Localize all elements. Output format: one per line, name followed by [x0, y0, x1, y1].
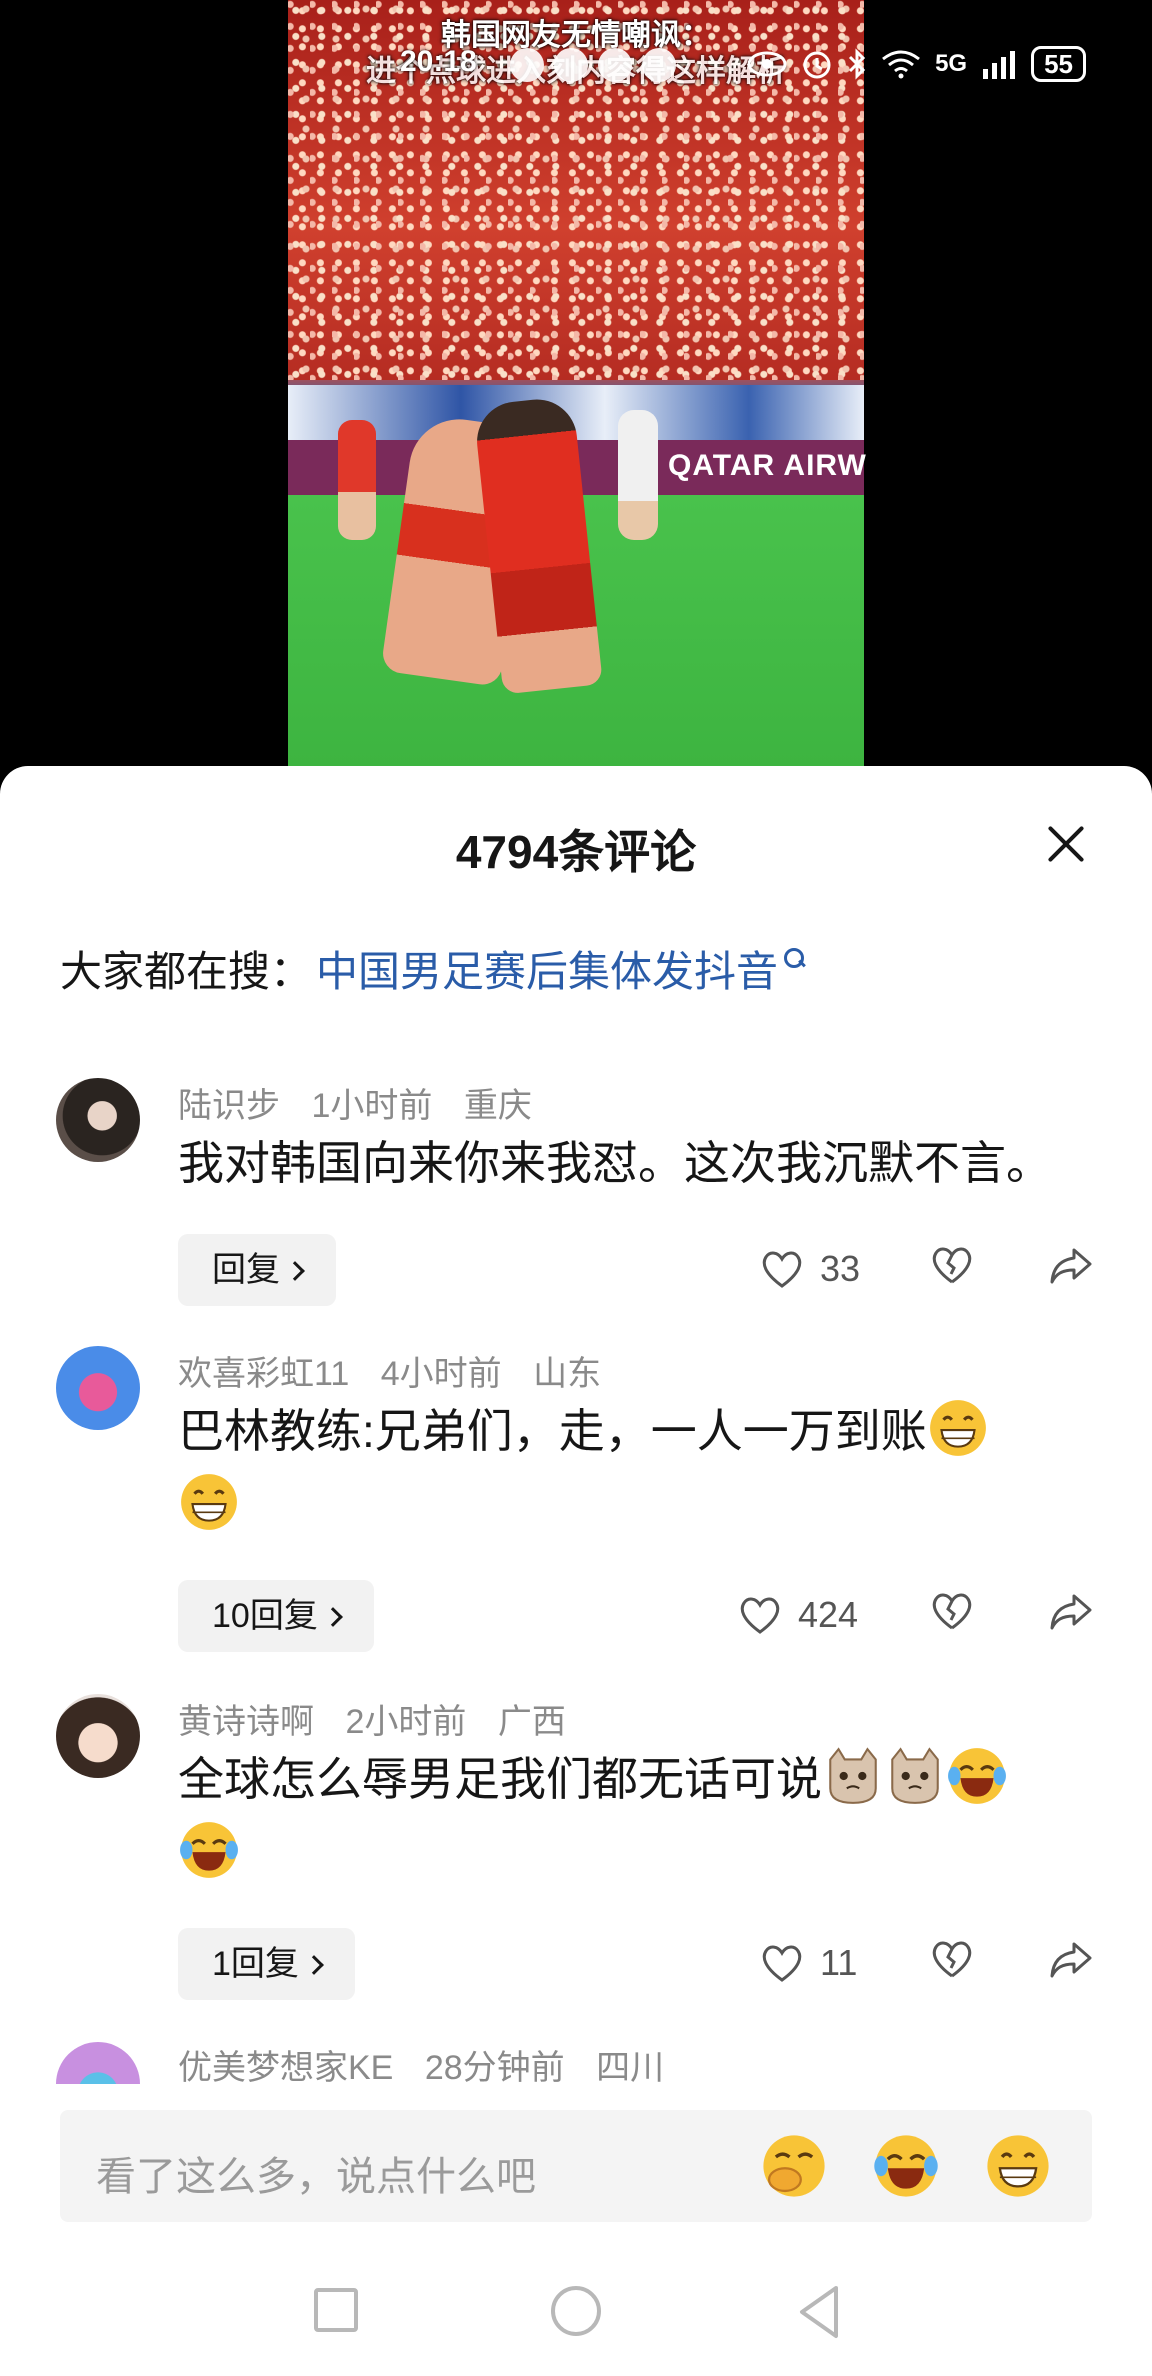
system-nav-bar — [0, 2256, 1152, 2376]
like-button[interactable]: 33 — [760, 1248, 860, 1290]
comment-item: 优美梦想家KE 28分钟前 四川 — [0, 2032, 1152, 2084]
avatar[interactable] — [56, 1694, 140, 1778]
like-button[interactable]: 11 — [760, 1942, 857, 1984]
home-button[interactable] — [551, 2286, 601, 2336]
comment-actions: 11 — [730, 1928, 1130, 2000]
notification-icon — [510, 48, 544, 82]
comment-text-content: 全球怎么辱男足我们都无话可说 — [178, 1753, 822, 1805]
search-icon[interactable] — [784, 947, 806, 970]
back-button[interactable] — [796, 2284, 842, 2340]
comment-location: 四川 — [596, 2049, 665, 2084]
heart-icon — [740, 1597, 780, 1634]
comment-username[interactable]: 黄诗诗啊 — [178, 1703, 314, 1741]
close-icon[interactable] — [1040, 818, 1092, 870]
signal-icon — [983, 51, 1016, 79]
comment-input[interactable]: 看了这么多，说点什么吧 — [60, 2110, 1092, 2222]
grin-emoji-icon[interactable] — [984, 2132, 1052, 2200]
broken-heart-icon — [932, 1593, 972, 1630]
comment-actions: 33 — [730, 1234, 1130, 1306]
laugh-cry-emoji-icon[interactable] — [872, 2132, 940, 2200]
shush-emoji-icon[interactable] — [760, 2132, 828, 2200]
share-button[interactable] — [1048, 1938, 1094, 1987]
share-arrow-icon — [1050, 1942, 1092, 1978]
comment-text: 我对韩国向来你来我怼。这次我沉默不言。 — [178, 1137, 1052, 1189]
avatar[interactable] — [56, 1346, 140, 1430]
comment-text: 全球怎么辱男足我们都无话可说 — [178, 1742, 1078, 1890]
comment-location: 广西 — [497, 1703, 566, 1741]
notification-icon — [642, 48, 676, 82]
comment-time: 2小时前 — [345, 1703, 467, 1741]
reply-button[interactable]: 10回复 — [178, 1580, 374, 1652]
cat-emoji-icon — [891, 1747, 939, 1804]
share-button[interactable] — [1048, 1244, 1094, 1293]
comment-time: 1小时前 — [311, 1087, 433, 1125]
heart-icon — [762, 1251, 802, 1288]
comment-time: 4小时前 — [380, 1355, 502, 1393]
like-count: 11 — [820, 1942, 858, 1983]
grin-emoji-icon — [181, 1474, 237, 1530]
hot-search-label: 大家都在搜： — [60, 948, 313, 995]
comment-meta: 陆识步 1小时前 重庆 — [178, 1078, 554, 1127]
broken-heart-icon — [932, 1247, 972, 1284]
comment-username[interactable]: 欢喜彩虹11 — [178, 1355, 349, 1393]
reply-label: 回复 — [212, 1251, 280, 1289]
chevron-right-icon — [304, 1955, 324, 1975]
recent-apps-button[interactable] — [314, 2288, 358, 2332]
network-type: 5G — [935, 50, 968, 77]
comment-time: 28分钟前 — [424, 2049, 565, 2084]
eye-icon — [747, 51, 787, 77]
hot-search-link[interactable]: 中国男足赛后集体发抖音 — [316, 938, 778, 999]
wifi-icon — [882, 50, 920, 79]
status-right: 5G 55 — [747, 46, 1086, 82]
heart-icon — [762, 1945, 802, 1982]
cat-emoji-icon — [829, 1747, 877, 1804]
broken-heart-icon — [932, 1941, 972, 1978]
comment-meta: 优美梦想家KE 28分钟前 四川 — [178, 2040, 686, 2084]
tears-of-joy-emoji-icon — [180, 1822, 238, 1878]
reply-button[interactable]: 1回复 — [178, 1928, 355, 2000]
comments-title: 4794条评论 — [455, 826, 697, 878]
comment-meta: 黄诗诗啊 2小时前 广西 — [178, 1694, 588, 1743]
dislike-button[interactable] — [930, 1590, 974, 1639]
chevron-right-icon — [322, 1607, 343, 1627]
comment-input-placeholder: 看了这么多，说点什么吧 — [96, 2155, 536, 2199]
comment-actions: 424 — [730, 1580, 1130, 1652]
comment-username[interactable]: 陆识步 — [178, 1087, 280, 1125]
avatar[interactable] — [56, 2042, 140, 2084]
player-figure — [338, 420, 376, 540]
notification-icon — [598, 48, 632, 82]
bluetooth-icon — [849, 48, 866, 80]
comment-meta: 欢喜彩虹11 4小时前 山东 — [178, 1346, 623, 1395]
comment-location: 山东 — [533, 1355, 602, 1393]
share-arrow-icon — [1050, 1594, 1092, 1630]
avatar[interactable] — [56, 1078, 140, 1162]
notification-icons — [510, 48, 676, 82]
dislike-button[interactable] — [930, 1244, 974, 1293]
tears-of-joy-emoji-icon — [948, 1748, 1006, 1804]
alarm-icon — [803, 51, 831, 79]
reply-button[interactable]: 回复 — [178, 1234, 336, 1306]
like-count: 424 — [798, 1594, 859, 1635]
comment-text-content: 巴林教练:兄弟们，走，一人一万到账 — [178, 1405, 927, 1457]
ad-board-text: QATAR AIRW — [668, 449, 867, 482]
reply-label: 10回复 — [212, 1597, 318, 1635]
share-button[interactable] — [1048, 1590, 1094, 1639]
comments-sheet: 4794条评论 大家都在搜： 中国男足赛后集体发抖音 陆识步 1小时前 重庆 我… — [0, 766, 1152, 2376]
hot-search-row: 大家都在搜： 中国男足赛后集体发抖音 — [60, 938, 806, 999]
notification-icon — [554, 48, 588, 82]
status-time: 20:18 — [400, 45, 477, 78]
chevron-right-icon — [285, 1261, 305, 1281]
status-bar: 20:18 5G 55 — [0, 0, 1152, 130]
reply-label: 1回复 — [212, 1945, 299, 1983]
grin-emoji-icon — [929, 1400, 986, 1456]
comment-location: 重庆 — [463, 1087, 532, 1125]
player-figure — [618, 410, 658, 540]
battery-indicator: 55 — [1031, 46, 1086, 82]
like-count: 33 — [820, 1248, 861, 1289]
like-button[interactable]: 424 — [738, 1594, 858, 1636]
comment-username[interactable]: 优美梦想家KE — [178, 2049, 393, 2084]
share-arrow-icon — [1050, 1248, 1092, 1284]
dislike-button[interactable] — [930, 1938, 974, 1987]
comment-text: 巴林教练:兄弟们，走，一人一万到账 — [178, 1394, 1078, 1542]
